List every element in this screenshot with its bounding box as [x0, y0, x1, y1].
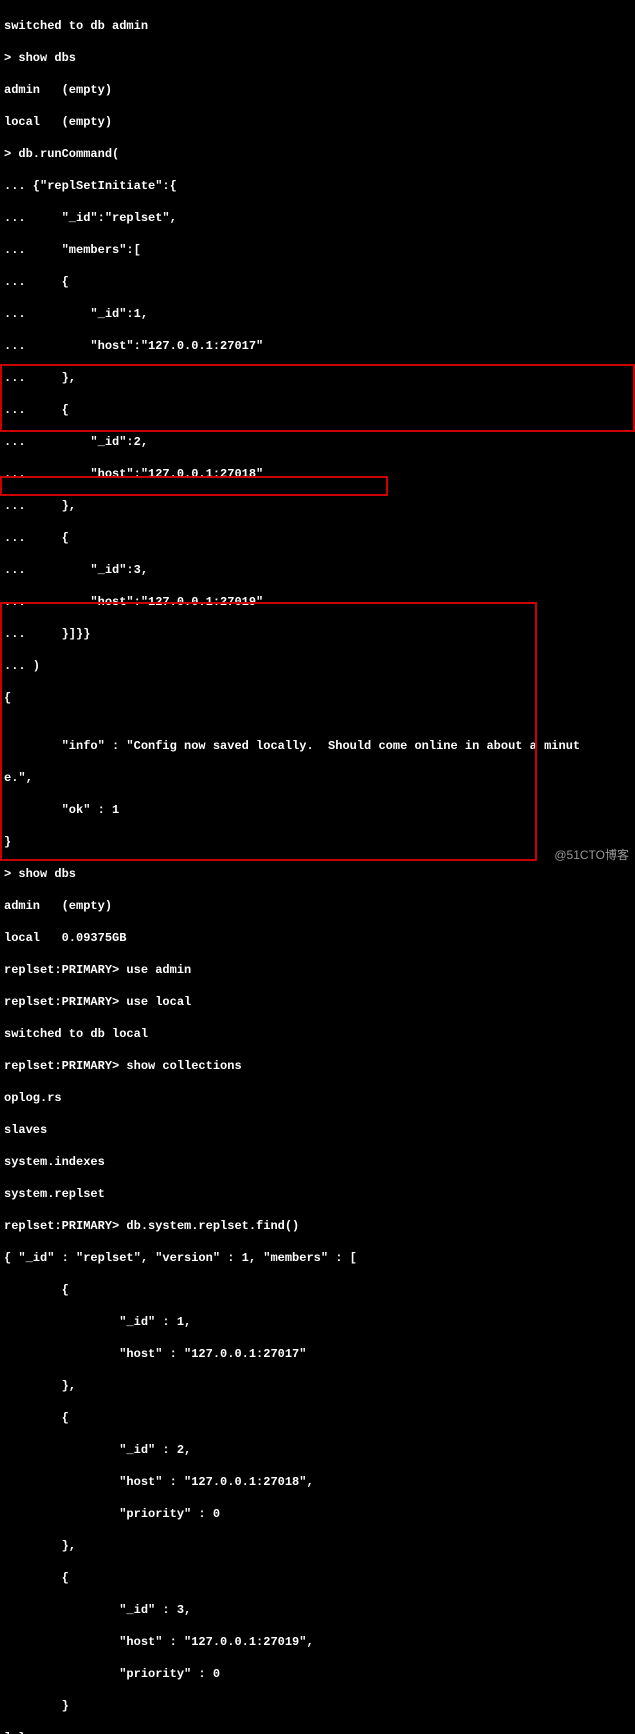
terminal-line: ... "host":"127.0.0.1:27019"	[4, 594, 631, 610]
terminal-line: ... "members":[	[4, 242, 631, 258]
terminal-line: {	[4, 1570, 631, 1586]
terminal-line: ... "_id":3,	[4, 562, 631, 578]
terminal-line: admin (empty)	[4, 898, 631, 914]
terminal-line: local (empty)	[4, 114, 631, 130]
terminal-line: ... )	[4, 658, 631, 674]
terminal-line: ] }	[4, 1730, 631, 1734]
terminal-line: admin (empty)	[4, 82, 631, 98]
terminal-line: "ok" : 1	[4, 802, 631, 818]
terminal-line: {	[4, 1410, 631, 1426]
terminal-line: replset:PRIMARY> db.system.replset.find(…	[4, 1218, 631, 1234]
terminal-line: ... {	[4, 530, 631, 546]
terminal-line: > show dbs	[4, 866, 631, 882]
terminal-line: ... }]}}	[4, 626, 631, 642]
terminal-line: ... {	[4, 402, 631, 418]
terminal-line: ... {	[4, 274, 631, 290]
terminal-line: }	[4, 834, 631, 850]
terminal-line: ... {"replSetInitiate":{	[4, 178, 631, 194]
terminal-line: "_id" : 1,	[4, 1314, 631, 1330]
terminal-line: ... "_id":2,	[4, 434, 631, 450]
terminal-line: oplog.rs	[4, 1090, 631, 1106]
terminal-line: "host" : "127.0.0.1:27018",	[4, 1474, 631, 1490]
terminal-output[interactable]: switched to db admin > show dbs admin (e…	[0, 0, 635, 1734]
terminal-line: "priority" : 0	[4, 1666, 631, 1682]
terminal-line: ... },	[4, 370, 631, 386]
terminal-line: "info" : "Config now saved locally. Shou…	[4, 738, 631, 754]
terminal-line: "_id" : 3,	[4, 1602, 631, 1618]
terminal-line: switched to db local	[4, 1026, 631, 1042]
terminal-line: "_id" : 2,	[4, 1442, 631, 1458]
terminal-line: > db.runCommand(	[4, 146, 631, 162]
terminal-line: ... "host":"127.0.0.1:27017"	[4, 338, 631, 354]
terminal-line: > show dbs	[4, 50, 631, 66]
watermark-text: @51CTO博客	[554, 846, 629, 863]
terminal-line: "host" : "127.0.0.1:27019",	[4, 1634, 631, 1650]
terminal-line: switched to db admin	[4, 18, 631, 34]
terminal-line: },	[4, 1378, 631, 1394]
terminal-line: slaves	[4, 1122, 631, 1138]
terminal-line: ... "_id":"replset",	[4, 210, 631, 226]
terminal-line: e.",	[4, 770, 631, 786]
terminal-line: system.replset	[4, 1186, 631, 1202]
terminal-line: replset:PRIMARY> use local	[4, 994, 631, 1010]
terminal-line: {	[4, 690, 631, 706]
terminal-line: "host" : "127.0.0.1:27017"	[4, 1346, 631, 1362]
terminal-line: system.indexes	[4, 1154, 631, 1170]
terminal-line: }	[4, 1698, 631, 1714]
terminal-line: replset:PRIMARY> use admin	[4, 962, 631, 978]
terminal-line: "priority" : 0	[4, 1506, 631, 1522]
terminal-line: {	[4, 1282, 631, 1298]
terminal-line: { "_id" : "replset", "version" : 1, "mem…	[4, 1250, 631, 1266]
terminal-line: replset:PRIMARY> show collections	[4, 1058, 631, 1074]
terminal-line: local 0.09375GB	[4, 930, 631, 946]
terminal-line: ... "_id":1,	[4, 306, 631, 322]
terminal-line: ... "host":"127.0.0.1:27018"	[4, 466, 631, 482]
terminal-line: ... },	[4, 498, 631, 514]
terminal-line: },	[4, 1538, 631, 1554]
